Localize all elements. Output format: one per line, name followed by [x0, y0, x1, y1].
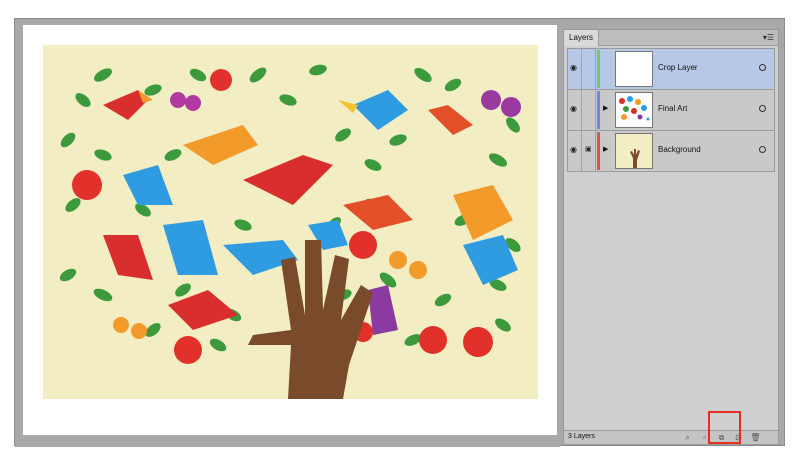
layer-name[interactable]: Final Art: [658, 104, 687, 113]
layer-thumbnail: [615, 133, 653, 169]
layers-panel: Layers ▾☰ ◉ Crop Layer ◉ ▶ Final Art ◉ ▣…: [563, 29, 779, 445]
layer-row-background[interactable]: ◉ ▣ ▶ Background: [568, 131, 774, 172]
visibility-toggle[interactable]: ◉: [568, 131, 582, 171]
delete-icon[interactable]: 🗑: [750, 432, 761, 443]
layer-color-indicator: [597, 91, 600, 129]
panel-footer: 3 Layers ⌕ ▫ ⧉ ⊡ 🗑: [564, 430, 778, 444]
layers-count: 3 Layers: [568, 433, 595, 440]
lock-toggle[interactable]: [582, 49, 596, 89]
layer-thumbnail: [615, 92, 653, 128]
lock-toggle[interactable]: ▣: [582, 131, 596, 171]
target-circle-icon[interactable]: [759, 64, 766, 71]
visibility-toggle[interactable]: ◉: [568, 49, 582, 89]
panel-header: Layers ▾☰: [564, 30, 778, 46]
illustrator-window: Layers ▾☰ ◉ Crop Layer ◉ ▶ Final Art ◉ ▣…: [14, 18, 785, 447]
menu-icon[interactable]: ▾☰: [763, 33, 774, 43]
document-canvas[interactable]: [15, 19, 560, 447]
layer-row-crop-layer[interactable]: ◉ Crop Layer: [568, 49, 774, 90]
layers-list: ◉ Crop Layer ◉ ▶ Final Art ◉ ▣ ▶ Backgro…: [567, 48, 775, 172]
layer-thumbnail: [615, 51, 653, 87]
target-circle-icon[interactable]: [759, 146, 766, 153]
eye-icon: ◉: [570, 104, 577, 113]
background-thumbnail: [630, 149, 640, 168]
locate-object-icon[interactable]: ⌕: [682, 432, 693, 443]
lock-toggle[interactable]: [582, 90, 596, 130]
visibility-toggle[interactable]: ◉: [568, 90, 582, 130]
expand-triangle-icon[interactable]: ▶: [603, 104, 608, 112]
lock-icon: ▣: [585, 146, 592, 153]
target-circle-icon[interactable]: [759, 105, 766, 112]
layer-color-indicator: [597, 50, 600, 88]
highlight-box: [708, 411, 741, 444]
layer-row-final-art[interactable]: ◉ ▶ Final Art: [568, 90, 774, 131]
layer-name[interactable]: Crop Layer: [658, 63, 698, 72]
layer-name[interactable]: Background: [658, 145, 701, 154]
artboard[interactable]: [23, 25, 557, 435]
artwork-illustration: [59, 64, 521, 399]
layers-tab[interactable]: Layers: [564, 30, 600, 46]
eye-icon: ◉: [570, 145, 577, 154]
eye-icon: ◉: [570, 63, 577, 72]
tree-of-birds-artwork[interactable]: [43, 45, 538, 399]
final-art-thumbnail: [619, 96, 650, 121]
layer-color-indicator: [597, 132, 600, 170]
expand-triangle-icon[interactable]: ▶: [603, 145, 608, 153]
